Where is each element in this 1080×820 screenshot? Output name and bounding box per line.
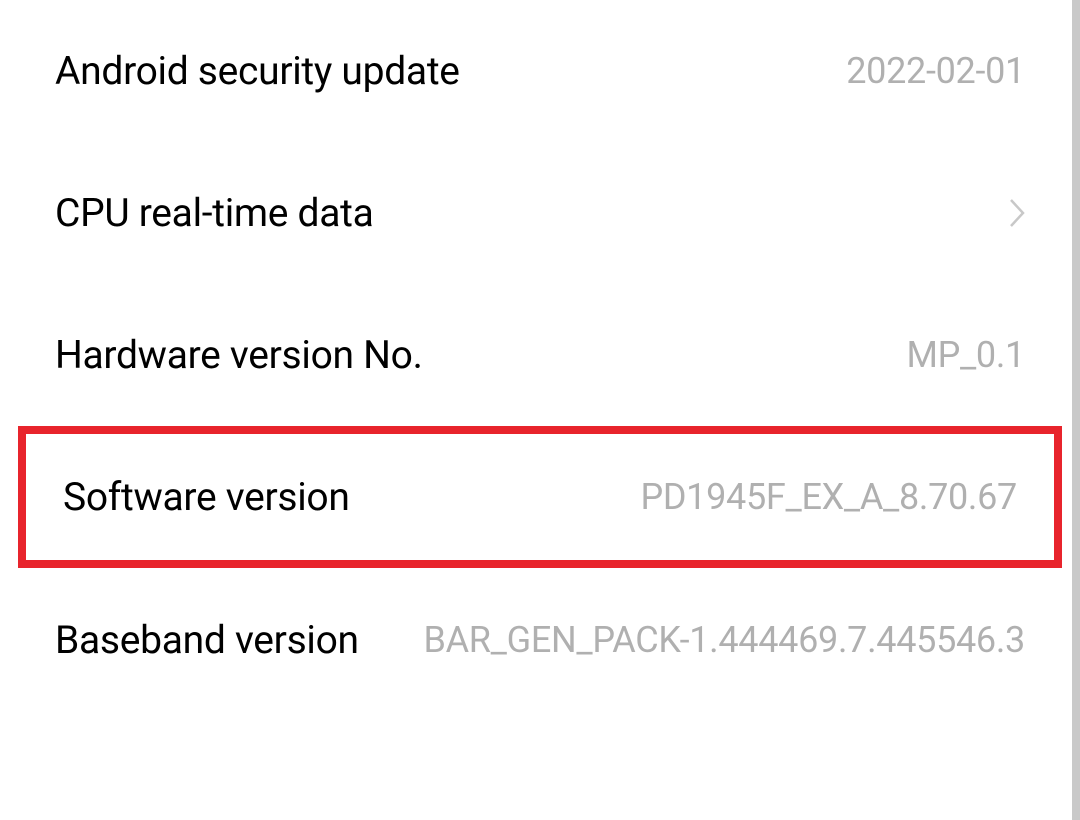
settings-screen: Android security update 2022-02-01 CPU r…	[0, 0, 1080, 820]
setting-value: PD1945F_EX_A_8.70.67	[640, 476, 1017, 518]
setting-right	[1009, 198, 1025, 228]
setting-label: Hardware version No.	[55, 332, 423, 378]
setting-cpu-real-time-data[interactable]: CPU real-time data	[0, 142, 1080, 284]
setting-label: Software version	[63, 474, 350, 520]
setting-hardware-version[interactable]: Hardware version No. MP_0.1	[0, 284, 1080, 426]
setting-value: MP_0.1	[906, 334, 1025, 376]
setting-baseband-version[interactable]: Baseband version BAR_GEN_PACK-1.444469.7…	[0, 568, 1080, 713]
setting-label: CPU real-time data	[55, 190, 374, 236]
setting-label: Android security update	[55, 48, 460, 94]
settings-list: Android security update 2022-02-01 CPU r…	[0, 0, 1080, 713]
setting-value: 2022-02-01	[846, 50, 1025, 92]
setting-android-security-update[interactable]: Android security update 2022-02-01	[0, 0, 1080, 142]
setting-label: Baseband version	[55, 617, 359, 663]
setting-software-version[interactable]: Software version PD1945F_EX_A_8.70.67	[18, 426, 1062, 568]
scrollbar[interactable]	[1072, 0, 1080, 820]
setting-value: BAR_GEN_PACK-1.444469.7.445546.3	[423, 616, 1025, 665]
chevron-right-icon	[1009, 198, 1025, 228]
